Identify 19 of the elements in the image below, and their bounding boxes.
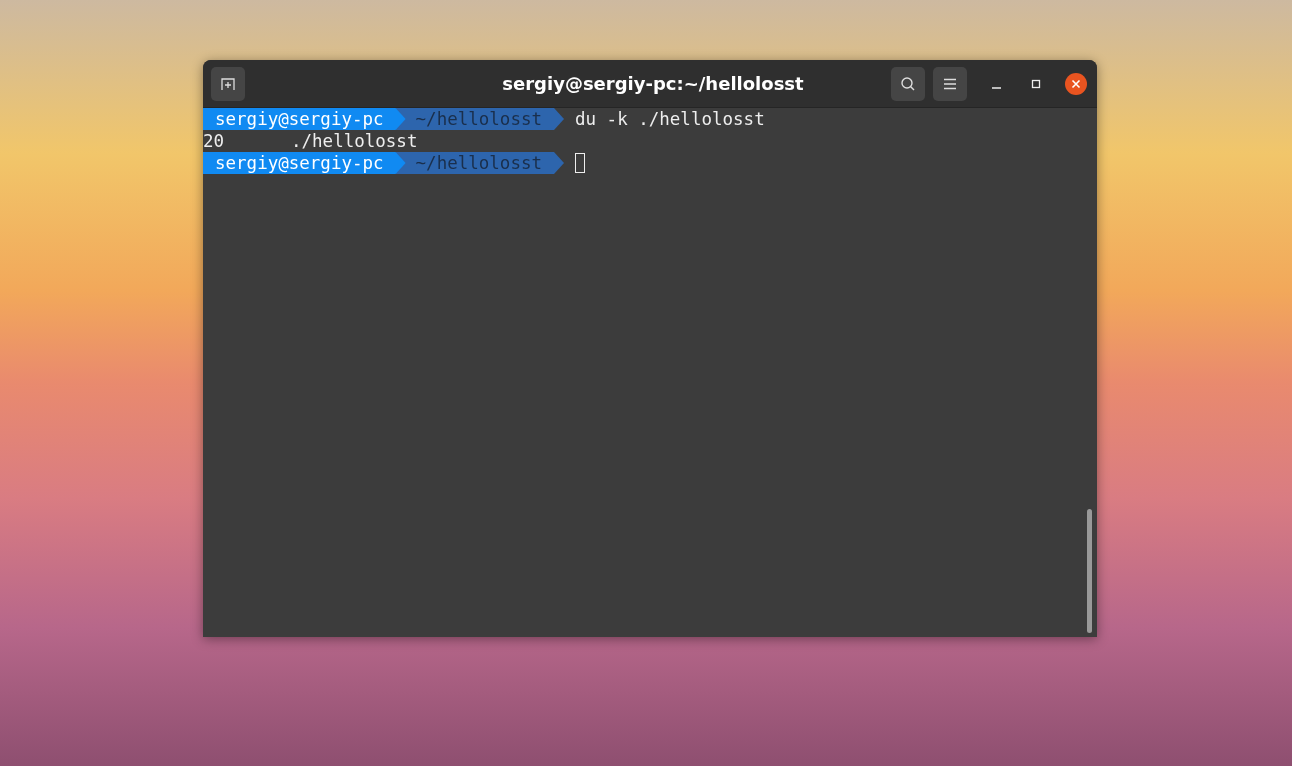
minimize-icon xyxy=(991,86,1001,89)
menu-icon xyxy=(943,77,957,90)
search-icon xyxy=(900,75,916,92)
menu-button[interactable] xyxy=(933,66,967,101)
output-text: ./hellolosst xyxy=(291,130,418,152)
scrollbar-thumb[interactable] xyxy=(1087,509,1092,633)
window-title: sergiy@sergiy-pc:~/hellolosst xyxy=(501,73,805,94)
output-text: 20 xyxy=(203,130,226,152)
command-text: du -k ./hellolosst xyxy=(575,108,765,130)
prompt-path-segment: ~/hellolosst xyxy=(395,108,564,130)
prompt-user-segment: sergiy@sergiy-pc xyxy=(203,108,406,130)
maximize-icon xyxy=(1031,78,1041,89)
search-button[interactable] xyxy=(891,66,925,101)
new-tab-button[interactable] xyxy=(211,66,245,101)
new-tab-icon xyxy=(221,76,235,91)
close-button[interactable] xyxy=(1065,72,1087,95)
prompt-user-segment: sergiy@sergiy-pc xyxy=(203,152,406,174)
close-icon xyxy=(1071,78,1081,89)
prompt-path-segment: ~/hellolosst xyxy=(395,152,564,174)
